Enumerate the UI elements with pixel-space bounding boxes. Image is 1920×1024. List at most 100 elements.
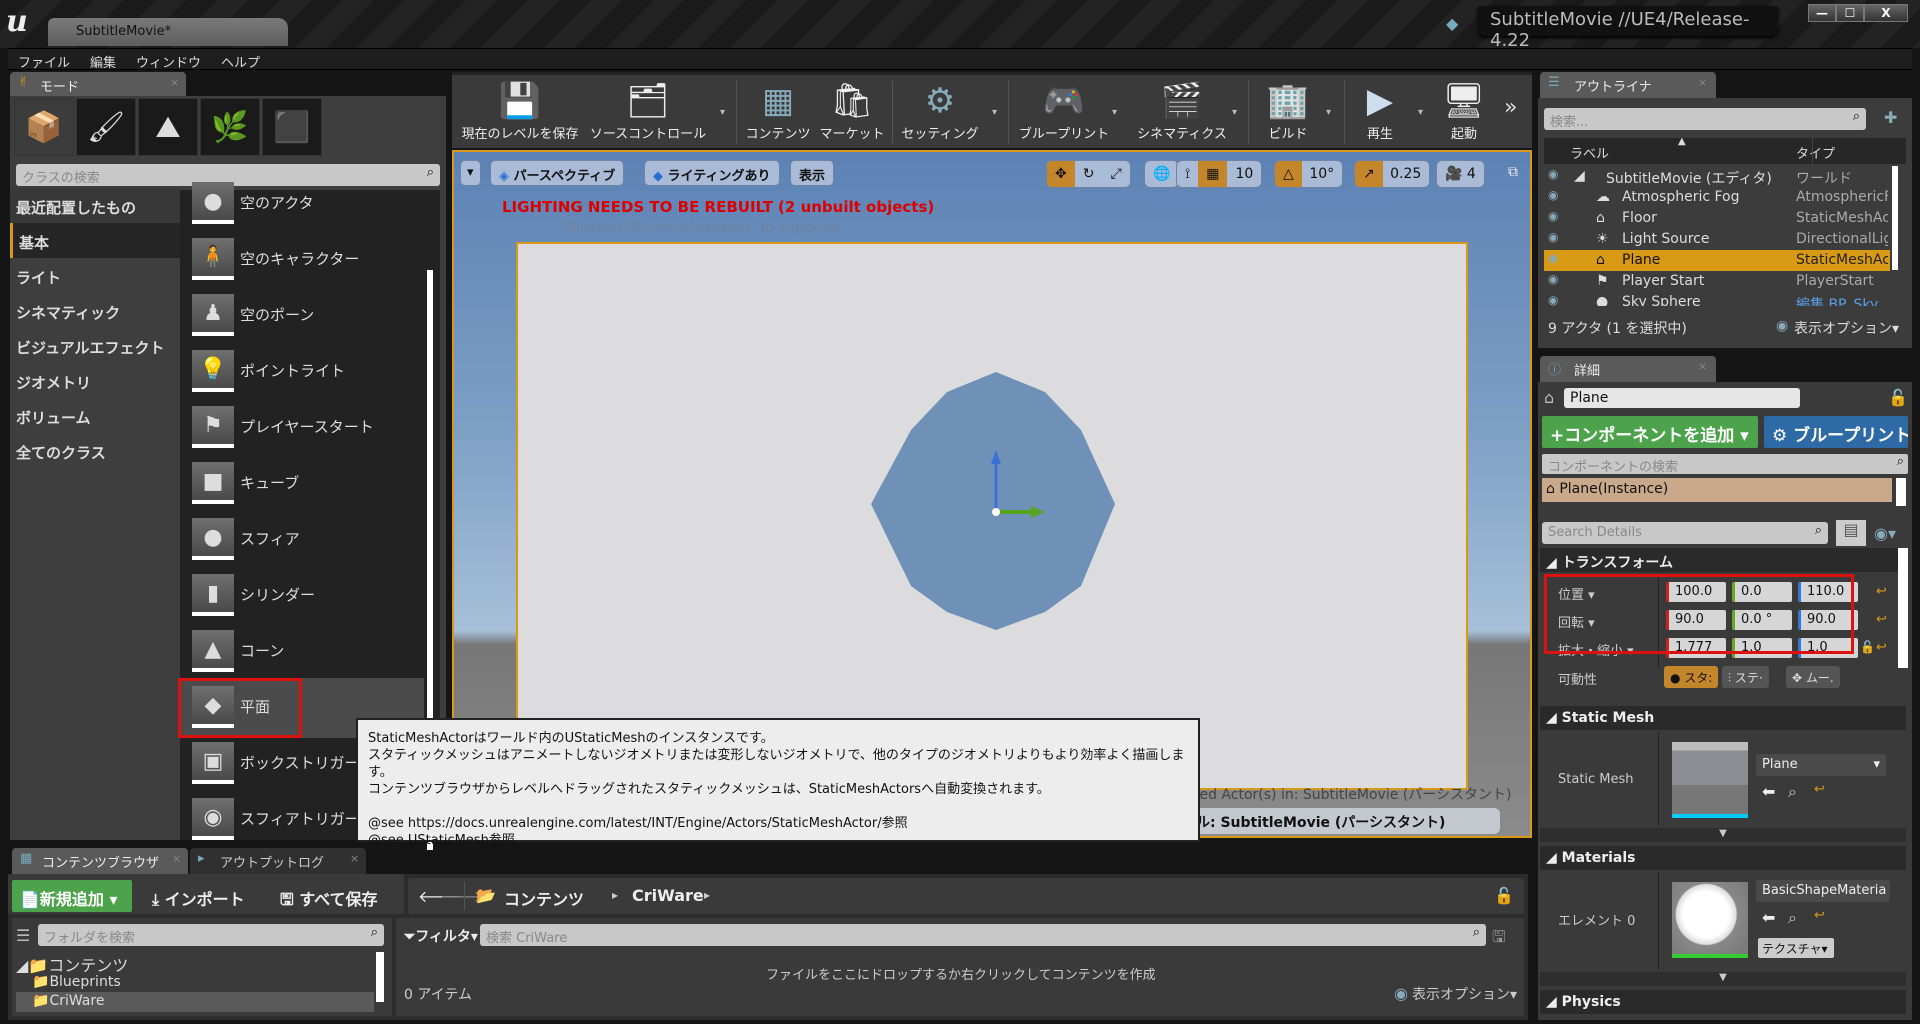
lighting-mode-button[interactable]: ◆ ライティングあり [644, 160, 780, 186]
blueprints-dropdown[interactable]: ▾ [1112, 107, 1117, 118]
save-all-button[interactable]: 🖫 すべて保存 [280, 886, 377, 916]
outliner-row-sky-sphere[interactable]: ◉ ● Sky Sphere 編集 BP_Sky [1544, 292, 1890, 306]
asset-search-input[interactable]: 検索 CriWare ⌕ [480, 924, 1486, 946]
build-dropdown[interactable]: ▾ [1326, 107, 1331, 118]
source-control-dropdown[interactable]: ▾ [720, 107, 725, 118]
coordinate-space-button[interactable]: 🌐 [1144, 160, 1180, 188]
rotation-snap-value[interactable]: 10° [1302, 161, 1342, 187]
close-icon[interactable]: × [350, 852, 359, 865]
place-item-sphere[interactable]: ● スフィア [180, 512, 435, 568]
camera-speed-button[interactable]: 🎥 4 [1436, 160, 1485, 188]
folder-content-root[interactable]: ◢📁コンテンツ [16, 952, 128, 976]
category-basic[interactable]: 基本 [10, 223, 180, 258]
visibility-eye-icon[interactable]: ◉ [1548, 209, 1558, 223]
static-mesh-thumbnail[interactable] [1672, 742, 1748, 818]
add-new-button[interactable]: 📄新規追加 ▾ [12, 880, 132, 912]
component-search-input[interactable]: コンポーネントの検索 ⌕ [1542, 454, 1908, 475]
physics-section[interactable]: ◢ Physics [1540, 990, 1906, 1014]
outliner-row-atmospheric-fog[interactable]: ◉ ☁ Atmospheric Fog AtmosphericFog [1544, 187, 1890, 208]
add-component-button[interactable]: +コンポーネントを追加 ▾ [1542, 416, 1758, 448]
category-recent[interactable]: 最近配置したもの [10, 188, 180, 223]
build-button[interactable]: 🏢 ビルド [1252, 79, 1324, 149]
blueprint-button[interactable]: ⚙ ブループリント [1764, 416, 1908, 448]
outliner-row-floor[interactable]: ◉ ⌂ Floor StaticMeshActor [1544, 208, 1890, 229]
visibility-eye-icon[interactable]: ◉ [1548, 167, 1558, 181]
mode-place-button[interactable]: 📦 [14, 98, 74, 156]
actor-name-field[interactable]: Plane [1564, 388, 1800, 408]
folder-search-input[interactable]: フォルダを検索 ⌕ [38, 924, 384, 946]
place-item-player-start[interactable]: ⚑ プレイヤースタート [180, 400, 435, 456]
menu-help[interactable]: ヘルプ [211, 49, 270, 71]
close-button[interactable]: X [1864, 4, 1908, 22]
scale-mode-button[interactable]: ⤢ [1102, 161, 1129, 187]
lock-icon[interactable]: 🔓 [1494, 886, 1514, 905]
outliner-row-world[interactable]: ◉ ◢ SubtitleMovie (エディタ) ワールド [1544, 166, 1890, 187]
mobility-stationary-button[interactable]: ⫶ ステ· [1722, 666, 1769, 688]
settings-button[interactable]: ⚙ セッティング [896, 79, 984, 149]
maximize-button[interactable]: ☐ [1836, 4, 1864, 22]
play-button[interactable]: ▶ 再生 [1348, 79, 1412, 149]
save-search-icon[interactable]: 🖫 [1492, 926, 1506, 953]
folder-blueprints[interactable]: 📁Blueprints [32, 974, 121, 990]
visibility-eye-icon[interactable]: ◉ [1548, 251, 1558, 265]
save-level-button[interactable]: 💾 現在のレベルを保存 [458, 79, 582, 149]
place-item-empty-actor[interactable]: ● 空のアクタ [180, 176, 435, 232]
asset-view-options[interactable]: 表示オプション▾ [1412, 984, 1517, 1004]
close-icon[interactable]: × [170, 76, 179, 89]
perspective-button[interactable]: ◈ パースペクティブ [490, 160, 625, 186]
textures-dropdown[interactable]: テクスチャ▾ [1758, 938, 1834, 958]
category-lights[interactable]: ライト [10, 258, 180, 293]
outliner-scrollbar[interactable] [1892, 166, 1898, 270]
grid-snap-toggle[interactable]: ▦ [1198, 161, 1228, 187]
scale-snap-toggle[interactable]: ↗ [1355, 161, 1383, 187]
browse-search-icon[interactable]: ⌕ [1788, 782, 1797, 802]
marketplace-button[interactable]: 🛍 マーケット [816, 79, 888, 149]
close-icon[interactable]: × [1698, 76, 1707, 89]
rotate-mode-button[interactable]: ↻ [1075, 161, 1103, 187]
reset-rotation-icon[interactable]: ↩ [1876, 612, 1887, 627]
static-mesh-dropdown[interactable]: Plane ▾ [1756, 754, 1886, 776]
component-scrollbar[interactable] [1896, 478, 1906, 506]
column-label-header[interactable]: ラベル [1570, 143, 1609, 162]
use-selected-arrow-icon[interactable]: ⬅ [1762, 782, 1775, 801]
category-visual-effects[interactable]: ビジュアルエフェクト [10, 328, 180, 363]
grid-snap-value[interactable]: 10 [1227, 161, 1261, 187]
menu-file[interactable]: ファイル [8, 49, 80, 71]
expand-advanced-icon[interactable]: ▼ [1540, 828, 1906, 842]
outliner-row-player-start[interactable]: ◉ ⚑ Player Start PlayerStart [1544, 271, 1890, 292]
category-volumes[interactable]: ボリューム [10, 398, 180, 433]
breadcrumb-separator-icon[interactable]: ▸ [612, 888, 618, 902]
menu-edit[interactable]: 編集 [80, 49, 126, 71]
mobility-movable-button[interactable]: ✥ ムー. [1786, 666, 1840, 688]
rotation-snap-toggle[interactable]: △ [1275, 161, 1302, 187]
component-root-row[interactable]: ⌂ Plane(Instance) [1542, 478, 1892, 502]
visibility-eye-icon[interactable]: ◉ [1548, 188, 1558, 202]
visibility-filter-icon[interactable]: ◉▾ [1874, 524, 1896, 543]
mode-paint-button[interactable]: 🖌 [76, 98, 136, 156]
breadcrumb-criware[interactable]: CriWare [632, 886, 704, 905]
close-icon[interactable]: × [172, 852, 181, 865]
content-button[interactable]: ▦ コンテンツ [742, 79, 814, 149]
place-item-cube[interactable]: ■ キューブ [180, 456, 435, 512]
mobility-static-button[interactable]: ● スタ: [1664, 666, 1719, 688]
folder-scrollbar[interactable] [376, 952, 384, 1002]
scale-snap-value[interactable]: 0.25 [1383, 161, 1429, 187]
reset-static-mesh-icon[interactable]: ↩ [1814, 782, 1825, 797]
place-item-point-light[interactable]: 💡 ポイントライト [180, 344, 435, 400]
document-tab[interactable]: SubtitleMovie* [48, 18, 288, 46]
transform-section[interactable]: ◢ トランスフォーム [1540, 548, 1906, 572]
outliner-view-options[interactable]: 表示オプション▾ [1794, 318, 1899, 338]
column-type-header[interactable]: タイプ [1796, 143, 1835, 162]
surface-snap-button[interactable]: ⟟ [1177, 161, 1198, 187]
modes-tab[interactable]: ✌ モード × [10, 72, 186, 96]
toggle-sources-icon[interactable]: ☰ [16, 926, 30, 945]
folder-criware[interactable]: 📁CriWare [16, 992, 374, 1012]
blueprints-button[interactable]: 🎮 ブループリント [1014, 79, 1114, 149]
reset-location-icon[interactable]: ↩ [1876, 584, 1887, 599]
cinematics-dropdown[interactable]: ▾ [1232, 107, 1237, 118]
show-button[interactable]: 表示 [790, 160, 835, 186]
mode-foliage-button[interactable]: 🌿 [200, 98, 260, 156]
import-button[interactable]: ⤓ インポート [152, 886, 245, 910]
edit-blueprint-link[interactable]: 編集 BP_Sky [1796, 294, 1888, 306]
visibility-eye-icon[interactable]: ◉ [1548, 293, 1558, 306]
